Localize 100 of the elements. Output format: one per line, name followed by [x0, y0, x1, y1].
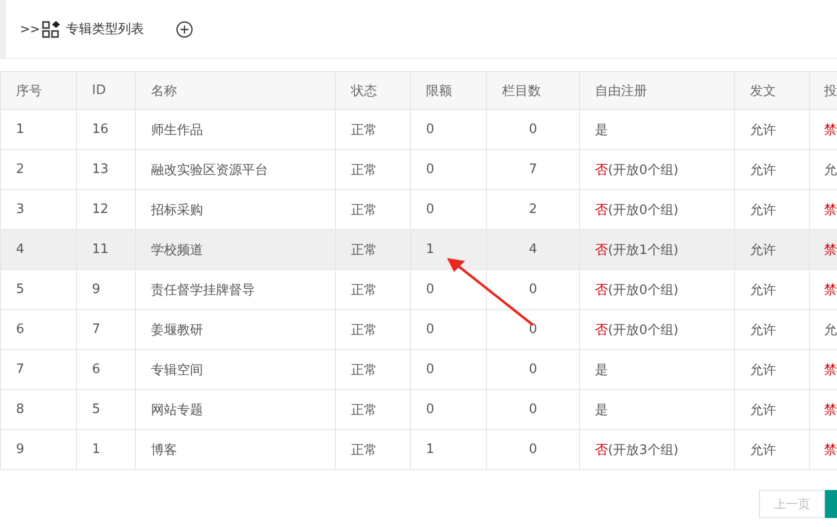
column-header: ID	[76, 72, 136, 110]
registration-cell: 是	[595, 122, 608, 138]
status-cell: 正常	[351, 282, 377, 298]
publish-cell: 允许	[750, 362, 776, 378]
registration-cell: 是	[595, 362, 608, 378]
registration-cell: 否(开放0个组)	[595, 202, 678, 218]
id-cell: 5	[92, 402, 100, 417]
publish-cell: 允许	[750, 282, 776, 298]
count-cell: 2	[528, 202, 538, 217]
name-cell: 姜堰教研	[151, 322, 203, 338]
quota-cell: 0	[426, 322, 434, 337]
status-cell: 正常	[351, 122, 377, 138]
table-row[interactable]: 7 6 专辑空间 正常 0 0 是 允许 禁	[0, 350, 837, 390]
quota-cell: 0	[426, 362, 434, 377]
column-header: 状态	[336, 72, 410, 110]
index-cell: 9	[16, 442, 24, 457]
post-cell: 禁	[824, 282, 837, 298]
registration-cell: 否(开放0个组)	[595, 322, 678, 338]
id-cell: 16	[92, 122, 109, 137]
index-cell: 3	[16, 202, 24, 217]
count-cell: 0	[528, 402, 538, 417]
post-cell: 允	[824, 162, 837, 178]
publish-cell: 允许	[750, 402, 776, 418]
publish-cell: 允许	[750, 322, 776, 338]
quota-cell: 0	[426, 162, 434, 177]
add-icon[interactable]	[176, 20, 194, 38]
registration-cell: 否(开放3个组)	[595, 442, 678, 458]
status-cell: 正常	[351, 162, 377, 178]
name-cell: 招标采购	[151, 202, 203, 218]
id-cell: 1	[92, 442, 100, 457]
count-cell: 0	[528, 442, 538, 457]
name-cell: 博客	[151, 442, 177, 458]
table-row[interactable]: 8 5 网站专题 正常 0 0 是 允许 禁	[0, 390, 837, 430]
status-cell: 正常	[351, 442, 377, 458]
status-cell: 正常	[351, 242, 377, 258]
id-cell: 13	[92, 162, 109, 177]
table-row[interactable]: 4 11 学校频道 正常 1 4 否(开放1个组) 允许 禁	[0, 230, 837, 270]
column-header: 发文	[734, 72, 810, 110]
column-header: 名称	[136, 72, 336, 110]
quota-cell: 0	[426, 202, 434, 217]
index-cell: 4	[16, 242, 24, 257]
table-row[interactable]: 3 12 招标采购 正常 0 2 否(开放0个组) 允许 禁	[0, 190, 837, 230]
quota-cell: 0	[426, 282, 434, 297]
table-row[interactable]: 1 16 师生作品 正常 0 0 是 允许 禁	[0, 110, 837, 150]
registration-cell: 否(开放0个组)	[595, 162, 678, 178]
quota-cell: 0	[426, 402, 434, 417]
column-header: 栏目数	[486, 72, 580, 110]
index-cell: 7	[16, 362, 24, 377]
column-header: 自由注册	[580, 72, 734, 110]
name-cell: 责任督学挂牌督导	[151, 282, 255, 298]
name-cell: 网站专题	[151, 402, 203, 418]
id-cell: 7	[92, 322, 100, 337]
breadcrumb-marker: >>	[20, 22, 40, 36]
count-cell: 0	[528, 362, 538, 377]
table-row[interactable]: 9 1 博客 正常 1 0 否(开放3个组) 允许 禁	[0, 430, 837, 470]
post-cell: 禁	[824, 242, 837, 258]
registration-cell: 否(开放1个组)	[595, 242, 678, 258]
index-cell: 2	[16, 162, 24, 177]
index-cell: 6	[16, 322, 24, 337]
post-cell: 禁	[824, 202, 837, 218]
post-cell: 禁	[824, 362, 837, 378]
quota-cell: 0	[426, 122, 434, 137]
id-cell: 9	[92, 282, 100, 297]
count-cell: 7	[528, 162, 538, 177]
publish-cell: 允许	[750, 162, 776, 178]
quota-cell: 1	[426, 242, 434, 257]
id-cell: 6	[92, 362, 100, 377]
index-cell: 8	[16, 402, 24, 417]
name-cell: 学校频道	[151, 242, 203, 258]
name-cell: 融改实验区资源平台	[151, 162, 268, 178]
publish-cell: 允许	[750, 122, 776, 138]
quota-cell: 1	[426, 442, 434, 457]
id-cell: 12	[92, 202, 109, 217]
grid-icon	[42, 20, 62, 38]
column-header: 序号	[0, 72, 76, 110]
page-title: 专辑类型列表	[66, 21, 144, 38]
post-cell: 禁	[824, 442, 837, 458]
publish-cell: 允许	[750, 442, 776, 458]
count-cell: 0	[528, 122, 538, 137]
name-cell: 专辑空间	[151, 362, 203, 378]
count-cell: 4	[528, 242, 538, 257]
status-cell: 正常	[351, 202, 377, 218]
index-cell: 5	[16, 282, 24, 297]
publish-cell: 允许	[750, 202, 776, 218]
column-header: 投	[810, 72, 837, 110]
post-cell: 禁	[824, 402, 837, 418]
column-header: 限额	[410, 72, 486, 110]
table-row[interactable]: 5 9 责任督学挂牌督导 正常 0 0 否(开放0个组) 允许 禁	[0, 270, 837, 310]
post-cell: 禁	[824, 122, 837, 138]
status-cell: 正常	[351, 362, 377, 378]
table-row[interactable]: 2 13 融改实验区资源平台 正常 0 7 否(开放0个组) 允许 允	[0, 150, 837, 190]
id-cell: 11	[92, 242, 109, 257]
publish-cell: 允许	[750, 242, 776, 258]
status-cell: 正常	[351, 402, 377, 418]
name-cell: 师生作品	[151, 122, 203, 138]
status-cell: 正常	[351, 322, 377, 338]
registration-cell: 否(开放0个组)	[595, 282, 678, 298]
count-cell: 0	[528, 282, 538, 297]
index-cell: 1	[16, 122, 24, 137]
post-cell: 允	[824, 322, 837, 338]
